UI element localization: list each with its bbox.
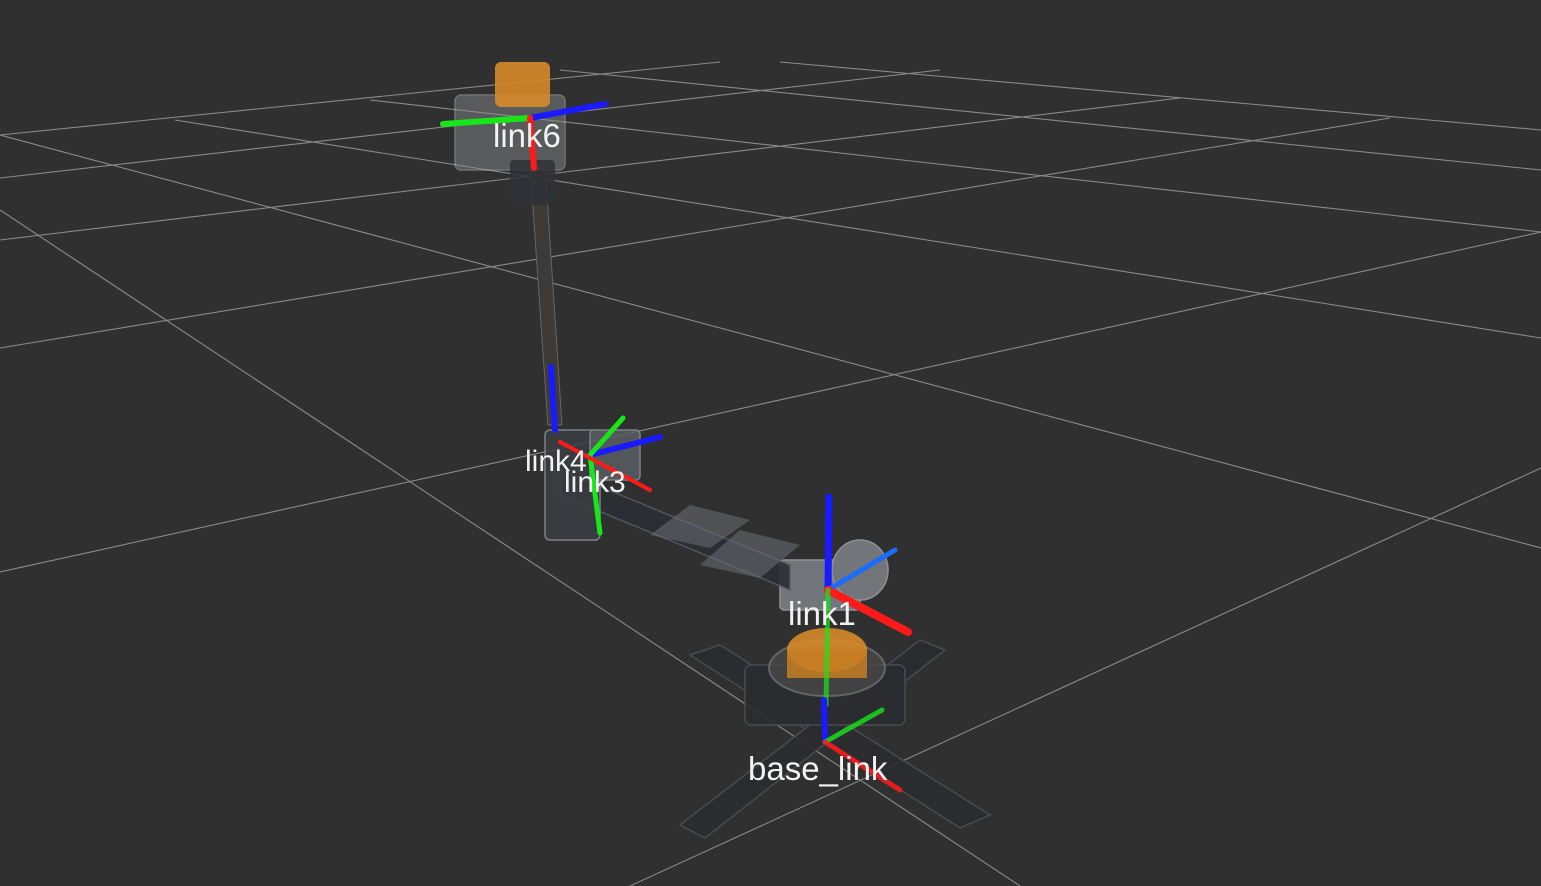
link4-axes — [548, 364, 558, 433]
rviz-3d-viewport[interactable]: link6 link4 link3 link1 base_link — [0, 0, 1541, 886]
scene: link6 link4 link3 link1 base_link — [0, 0, 1541, 886]
frame-label-base-link: base_link — [748, 750, 888, 787]
frame-label-link1: link1 — [788, 595, 856, 632]
frame-label-link3: link3 — [564, 466, 626, 499]
frame-label-link6: link6 — [493, 117, 561, 154]
